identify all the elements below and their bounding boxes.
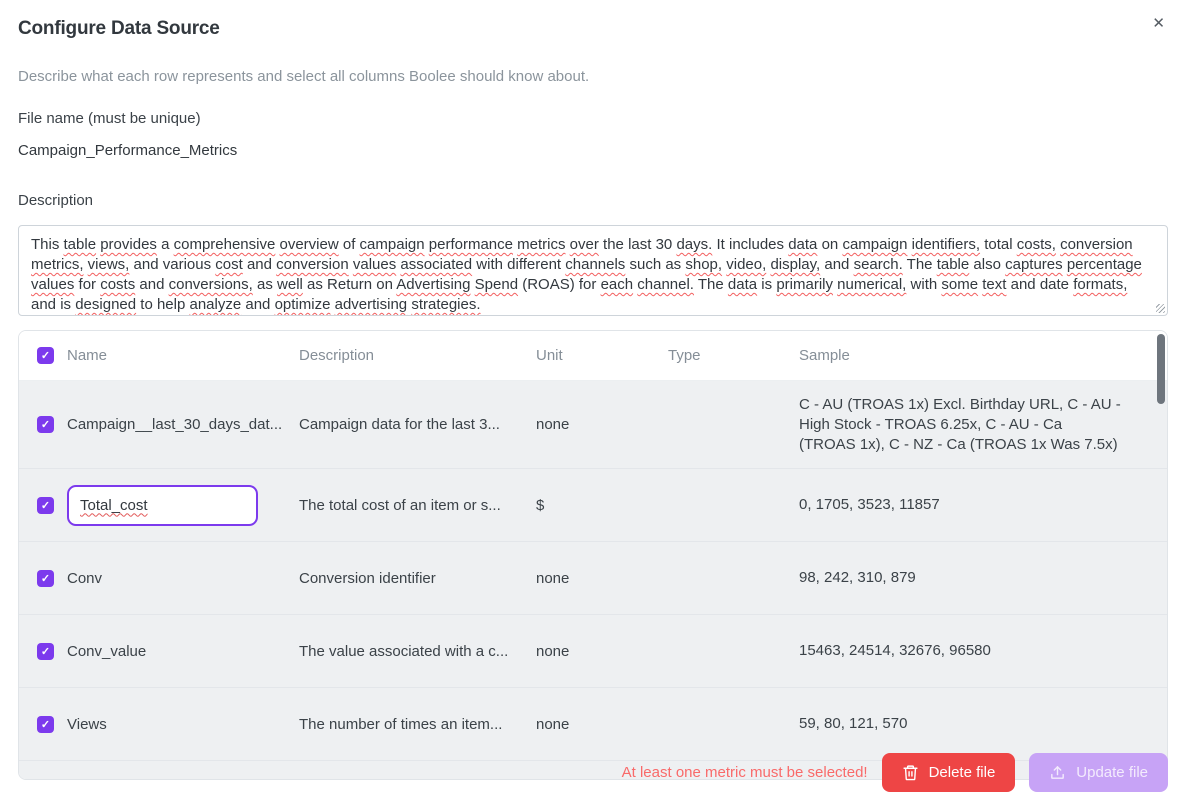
row-checkbox[interactable] (37, 496, 54, 514)
column-name-cell: Views (67, 715, 107, 733)
dialog-footer: At least one metric must be selected! De… (18, 753, 1168, 792)
validation-warning: At least one metric must be selected! (621, 764, 868, 781)
delete-file-label: Delete file (928, 764, 996, 781)
column-unit-cell: $ (536, 496, 545, 514)
description-label: Description (18, 192, 94, 209)
table-row: Views The number of times an item... non… (19, 688, 1167, 761)
column-description-cell: The total cost of an item or s... (299, 496, 501, 514)
column-unit-cell: none (536, 642, 570, 660)
select-all-checkbox[interactable] (37, 347, 54, 364)
column-sample-cell: 59, 80, 121, 570 (799, 715, 908, 732)
table-row: Conv Conversion identifier none 98, 242,… (19, 542, 1167, 615)
column-sample-cell: 0, 1705, 3523, 11857 (799, 496, 940, 513)
column-description-cell: Campaign data for the last 3... (299, 416, 500, 433)
table-scrollbar[interactable] (1157, 334, 1165, 404)
configure-data-source-dialog: Configure Data Source ✕ Describe what ea… (0, 0, 1179, 806)
column-description-cell: The number of times an item... (299, 715, 503, 733)
column-name-cell: Campaign__last_30_days_dat... (67, 416, 283, 433)
column-header-unit: Unit (536, 347, 563, 364)
dialog-subtitle: Describe what each row represents and se… (18, 68, 590, 85)
table-header-row: Name Description Unit Type Sample (19, 331, 1167, 381)
column-name-cell: Conv (67, 569, 103, 587)
close-icon[interactable]: ✕ (1150, 14, 1167, 33)
column-header-description: Description (299, 347, 375, 364)
table-row: Conv_value The value associated with a c… (19, 615, 1167, 688)
dialog-header: Configure Data Source ✕ (18, 16, 1165, 40)
table-row: Campaign__last_30_days_dat... Campaign d… (19, 381, 1167, 469)
update-file-button[interactable]: Update file (1029, 753, 1168, 792)
page-title: Configure Data Source (18, 18, 220, 39)
column-description-cell: Conversion identifier (299, 569, 436, 587)
row-checkbox[interactable] (37, 416, 54, 433)
delete-file-button[interactable]: Delete file (881, 753, 1016, 792)
table-row: Total_cost The total cost of an item or … (19, 469, 1167, 542)
row-checkbox[interactable] (37, 569, 54, 587)
description-textarea[interactable]: This table provides a comprehensive over… (18, 225, 1168, 316)
trash-icon (902, 764, 919, 781)
row-checkbox[interactable] (37, 642, 54, 660)
file-name-value: Campaign_Performance_Metrics (18, 142, 238, 159)
upload-icon (1049, 764, 1066, 781)
column-header-type: Type (668, 347, 701, 364)
column-header-sample: Sample (799, 347, 850, 364)
column-unit-cell: none (536, 416, 570, 433)
row-checkbox[interactable] (37, 715, 54, 733)
column-name-cell: Conv_value (67, 642, 147, 660)
name-edit-value: Total_cost (80, 496, 148, 514)
file-name-label: File name (must be unique) (18, 110, 201, 127)
column-sample-cell: C - AU (TROAS 1x) Excl. Birthday URL, C … (799, 395, 1121, 453)
column-sample-cell: 15463, 24514, 32676, 96580 (799, 642, 991, 659)
column-header-name: Name (67, 347, 108, 364)
columns-table: Name Description Unit Type Sample Campai… (18, 330, 1168, 780)
name-edit-input[interactable]: Total_cost (67, 484, 258, 526)
column-unit-cell: none (536, 569, 570, 587)
column-unit-cell: none (536, 715, 570, 733)
column-sample-cell: 98, 242, 310, 879 (799, 569, 916, 586)
update-file-label: Update file (1076, 764, 1148, 781)
column-description-cell: The value associated with a c... (299, 642, 509, 660)
